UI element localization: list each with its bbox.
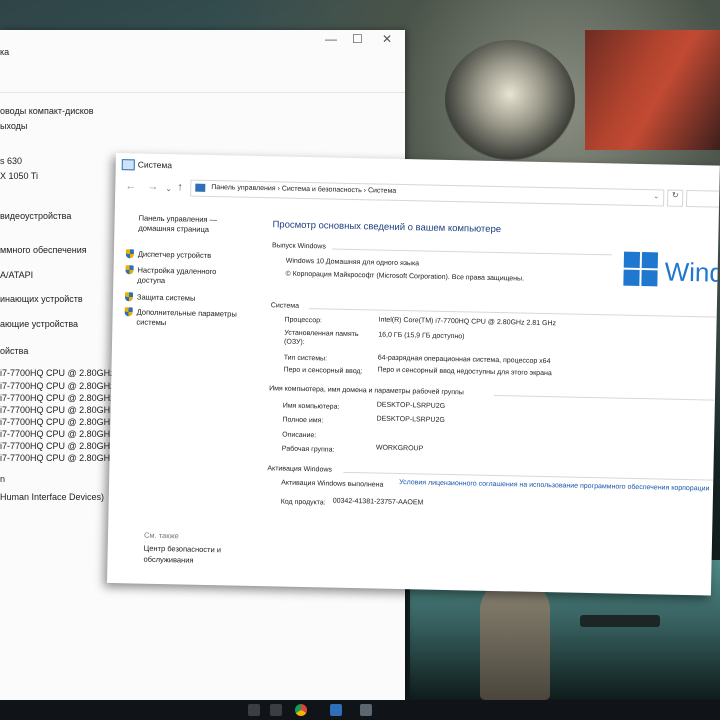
- remote-settings-label: Настройка удаленного доступа: [137, 265, 217, 286]
- device-tree-item[interactable]: i7-7700HQ CPU @ 2.80GHz: [0, 429, 115, 439]
- taskbar-app-icon[interactable]: [330, 704, 342, 716]
- main-content: Просмотр основных сведений о вашем компь…: [265, 202, 720, 595]
- advanced-settings-label: Дополнительные параметры системы: [136, 307, 237, 328]
- chrome-icon[interactable]: [295, 704, 307, 716]
- full-name-label: Полное имя:: [282, 416, 324, 425]
- control-panel-icon: [195, 183, 206, 192]
- device-tree-item[interactable]: инающих устройств: [0, 294, 83, 304]
- product-id-value: 00342-41381-23757-AAOEM: [332, 497, 424, 507]
- breadcrumb: Панель управления › Система и безопаснос…: [211, 184, 397, 195]
- device-manager-title: ка: [0, 47, 10, 57]
- device-tree-item[interactable]: ыходы: [0, 121, 27, 131]
- windows-logo-text: Windo: [664, 256, 720, 289]
- device-tree-item[interactable]: i7-7700HQ CPU @ 2.80GHz: [0, 405, 115, 415]
- device-tree-item[interactable]: ающие устройства: [0, 319, 78, 329]
- maximize-button[interactable]: ☐: [352, 32, 363, 46]
- recent-dropdown-icon[interactable]: ⌄: [165, 184, 172, 193]
- minimize-button[interactable]: —: [325, 32, 337, 46]
- device-manager-link[interactable]: Диспетчер устройств: [125, 249, 256, 262]
- edition-section-label: Выпуск Windows: [272, 242, 326, 251]
- system-protection-link[interactable]: Защита системы: [124, 292, 255, 305]
- wallpaper-red-area: [585, 30, 720, 150]
- window-title: Система: [137, 159, 173, 171]
- pen-touch-value: Перо и сенсорный ввод недоступны для это…: [377, 366, 552, 378]
- device-tree-item[interactable]: A/ATAPI: [0, 270, 33, 280]
- device-tree-item[interactable]: i7-7700HQ CPU @ 2.80GHz: [0, 381, 115, 391]
- workgroup-label: Рабочая группа:: [281, 445, 335, 454]
- divider: [0, 92, 405, 93]
- description-label: Описание:: [282, 431, 317, 440]
- device-tree-item[interactable]: Human Interface Devices): [0, 492, 104, 502]
- device-manager-label: Диспетчер устройств: [137, 249, 212, 261]
- processor-value: Intel(R) Core(TM) i7-7700HQ CPU @ 2.80GH…: [378, 316, 557, 328]
- close-button[interactable]: ✕: [382, 32, 392, 46]
- windows-logo-icon: [623, 251, 659, 287]
- shield-icon: [125, 249, 134, 259]
- search-input[interactable]: [685, 189, 720, 208]
- security-maintenance-link[interactable]: Центр безопасности и обслуживания: [143, 543, 243, 567]
- activation-status: Активация Windows выполнена: [281, 479, 384, 489]
- device-tree-item[interactable]: i7-7700HQ CPU @ 2.80GHz: [0, 417, 115, 427]
- shield-icon: [124, 307, 133, 317]
- taskbar-app-icon[interactable]: [360, 704, 372, 716]
- system-section-label: Система: [270, 302, 300, 310]
- ram-label: Установленная память: [284, 329, 359, 339]
- windows-edition: Windows 10 Домашняя для одного языка: [285, 257, 420, 268]
- see-also-label: См. также: [143, 530, 179, 541]
- ram-value: 16,0 ГБ (15,9 ГБ доступно): [378, 331, 465, 341]
- advanced-settings-link[interactable]: Дополнительные параметры системы: [124, 307, 254, 330]
- device-tree-item[interactable]: i7-7700HQ CPU @ 2.80GHz: [0, 393, 115, 403]
- monitor-icon: [121, 159, 135, 171]
- shield-icon: [124, 292, 134, 302]
- device-tree-item[interactable]: ммного обеспечения: [0, 245, 87, 255]
- system-type-label: Тип системы:: [283, 354, 328, 363]
- remote-settings-link[interactable]: Настройка удаленного доступа: [125, 265, 255, 288]
- activation-section-label: Активация Windows: [267, 465, 332, 474]
- processor-label: Процессор:: [284, 316, 323, 325]
- pen-touch-label: Перо и сенсорный ввод:: [283, 366, 363, 376]
- page-title: Просмотр основных сведений о вашем компь…: [272, 219, 502, 236]
- shield-icon: [125, 265, 134, 275]
- copyright-text: © Корпорация Майкрософт (Microsoft Corpo…: [285, 270, 525, 283]
- up-arrow-icon[interactable]: ↑: [177, 181, 183, 193]
- divider: [308, 308, 719, 318]
- wallpaper-figure: [480, 580, 550, 700]
- ram-label-suffix: (ОЗУ):: [284, 338, 305, 346]
- device-tree-item[interactable]: i7-7700HQ CPU @ 2.80GHz: [0, 368, 115, 378]
- device-tree-item[interactable]: ойства: [0, 346, 28, 356]
- back-arrow-icon[interactable]: ←: [125, 180, 136, 192]
- device-tree-item[interactable]: видеоустройства: [0, 211, 71, 221]
- system-protection-label: Защита системы: [136, 292, 196, 303]
- license-terms-link[interactable]: Условия лицензионного соглашения на испо…: [399, 479, 709, 492]
- product-id-label: Код продукта:: [280, 498, 326, 507]
- refresh-icon[interactable]: ↻: [666, 189, 684, 207]
- device-tree-item[interactable]: n: [0, 474, 5, 484]
- taskbar-app-icon[interactable]: [270, 704, 282, 716]
- taskbar: [0, 700, 720, 720]
- wallpaper-soldier-helmet: [445, 40, 575, 160]
- computer-name-value: DESKTOP-LSRPU2G: [376, 401, 446, 410]
- system-type-value: 64-разрядная операционная система, проце…: [377, 354, 551, 366]
- taskbar-app-icon[interactable]: [248, 704, 260, 716]
- device-tree-item[interactable]: s 630: [0, 156, 22, 166]
- wallpaper-ship: [580, 615, 660, 627]
- forward-arrow-icon[interactable]: →: [147, 181, 158, 193]
- system-window[interactable]: Система ← → ⌄ ↑ Панель управления › Сист…: [106, 153, 720, 596]
- left-pane: Панель управления — домашняя страница Ди…: [107, 199, 260, 586]
- computer-section-label: Имя компьютера, имя домена и параметры р…: [269, 385, 464, 397]
- device-tree-item[interactable]: i7-7700HQ CPU @ 2.80GHz: [0, 441, 115, 451]
- device-tree-item[interactable]: X 1050 Ti: [0, 171, 38, 181]
- device-tree-item[interactable]: i7-7700HQ CPU @ 2.80GHz: [0, 453, 115, 463]
- divider: [493, 394, 714, 401]
- full-name-value: DESKTOP-LSRPU2G: [376, 415, 445, 424]
- computer-name-label: Имя компьютера:: [282, 402, 340, 411]
- control-panel-home-link[interactable]: Панель управления — домашняя страница: [138, 213, 248, 235]
- workgroup-value: WORKGROUP: [375, 444, 424, 453]
- device-tree-item[interactable]: оводы компакт-дисков: [0, 106, 94, 116]
- divider: [332, 248, 612, 256]
- address-dropdown-icon[interactable]: ⌄: [653, 192, 659, 200]
